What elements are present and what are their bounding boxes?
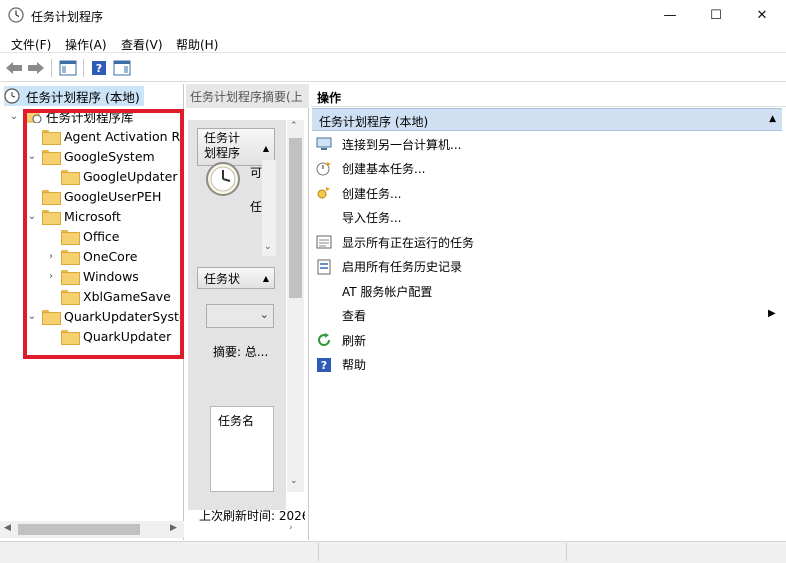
action-item[interactable]: AT 服务帐户配置 [312,280,782,302]
action-item-label: 连接到另一台计算机... [342,137,462,152]
action-item-label: 创建任务... [342,186,402,201]
action-item[interactable]: 导入任务... [312,207,782,229]
section-overview-label: 任务计 [204,131,241,145]
action-item[interactable]: 启用所有任务历史记录 [312,256,782,278]
section-overview-label-2: 划程序 [204,146,241,160]
action-item[interactable]: 查看 [312,305,782,327]
menu-bar [0,31,786,53]
tree-scrollbar-thumb[interactable] [18,524,140,535]
menu-file[interactable]: 文件(F) [11,36,51,53]
minimize-button[interactable]: — [647,0,693,31]
computer-icon [316,136,332,152]
task-scheduler-app-icon [8,7,24,23]
chevron-down-icon: ⌄ [259,308,269,321]
forward-arrow-icon [28,62,44,74]
action-item-label: AT 服务帐户配置 [342,284,433,299]
help-toolbar-button[interactable]: ? [89,58,109,78]
action-item-label: 启用所有任务历史记录 [342,260,463,274]
tree-root-label: 任务计划程序 (本地) [26,89,140,105]
help-icon: ? [316,357,332,373]
collapse-arrow-icon: ▲ [769,114,776,124]
highlight-box [23,109,184,359]
section-status-toggle[interactable]: 任务状 ▲ [197,267,275,289]
maximize-button[interactable]: ☐ [693,0,739,31]
collapse-arrow-icon: ▲ [262,273,269,283]
console-tree-icon [59,60,77,76]
action-item-label: 导入任务... [342,211,402,225]
scroll-left-arrow-icon[interactable]: ◀ [4,523,11,533]
summary-header: 任务计划程序摘要(上 [186,84,309,108]
help-book-icon: ? [92,61,106,75]
scroll-right-arrow-icon[interactable]: › [289,523,293,533]
action-item-label: 创建基本任务... [342,162,426,176]
action-item-label: 刷新 [342,333,367,348]
chevron-down-icon[interactable]: ⌄ [290,476,298,486]
toolbar-separator [51,59,52,77]
summary-total-text: 摘要: 总... [213,345,269,359]
summary-scrollbar-thumb[interactable] [289,138,302,298]
summary-clock-icon [206,162,240,196]
toolbar-separator [83,59,84,77]
refresh-icon [316,332,332,348]
svg-text:?: ? [321,359,327,372]
action-item[interactable]: 连接到另一台计算机... [312,133,782,155]
show-hide-action-pane-button[interactable] [112,58,132,78]
actions-section-label: 任务计划程序 (本地) [319,115,429,129]
close-button[interactable]: ✕ [739,0,785,31]
menu-help[interactable]: 帮助(H) [176,36,218,53]
submenu-arrow-icon: ▶ [768,308,776,319]
action-item[interactable]: ? 帮助 [312,354,782,376]
actions-header: 操作 [311,85,786,107]
action-item-label: 显示所有正在运行的任务 [342,235,475,250]
tree-root-local[interactable]: 任务计划程序 (本地) [4,86,144,106]
summary-text-1: 可 [250,166,263,180]
action-pane-icon [113,60,131,76]
status-bar [0,541,786,563]
collapse-arrow-icon: ▲ [262,144,269,153]
history-icon [316,259,332,275]
action-item-label: 帮助 [342,358,367,372]
basic-task-icon [316,161,332,177]
action-item[interactable]: 创建基本任务... [312,158,782,180]
section-status-label: 任务状 [204,271,241,286]
svg-text:?: ? [96,62,102,75]
action-item[interactable]: 显示所有正在运行的任务 [312,231,782,253]
menu-view[interactable]: 查看(V) [121,36,163,53]
chevron-down-icon[interactable]: ⌄ [8,111,20,122]
chevron-down-icon[interactable]: ⌄ [264,242,272,252]
menu-action[interactable]: 操作(A) [65,36,107,53]
chevron-up-icon[interactable]: ⌃ [290,121,298,131]
action-item-label: 查看 [342,309,367,323]
scroll-right-arrow-icon[interactable]: ▶ [170,523,177,533]
last-refresh-text: 上次刷新时间: 2026 [199,509,305,523]
status-period-dropdown[interactable]: ⌄ [206,304,274,328]
clock-icon [4,88,20,104]
create-task-icon [316,185,332,201]
show-hide-console-tree-button[interactable] [58,58,78,78]
status-divider [318,543,319,561]
action-item[interactable]: 创建任务... [312,182,782,204]
action-item[interactable]: 刷新 [312,329,782,351]
actions-section-header[interactable]: 任务计划程序 (本地) ▲ [312,108,782,131]
status-divider [566,543,567,561]
back-arrow-icon [6,62,22,74]
running-tasks-icon [316,234,332,250]
window-title: 任务计划程序 [31,10,104,24]
task-name-column-header: 任务名 [218,414,255,428]
summary-text-2: 任 [250,200,263,214]
forward-button[interactable] [26,58,46,78]
back-button[interactable] [4,58,24,78]
